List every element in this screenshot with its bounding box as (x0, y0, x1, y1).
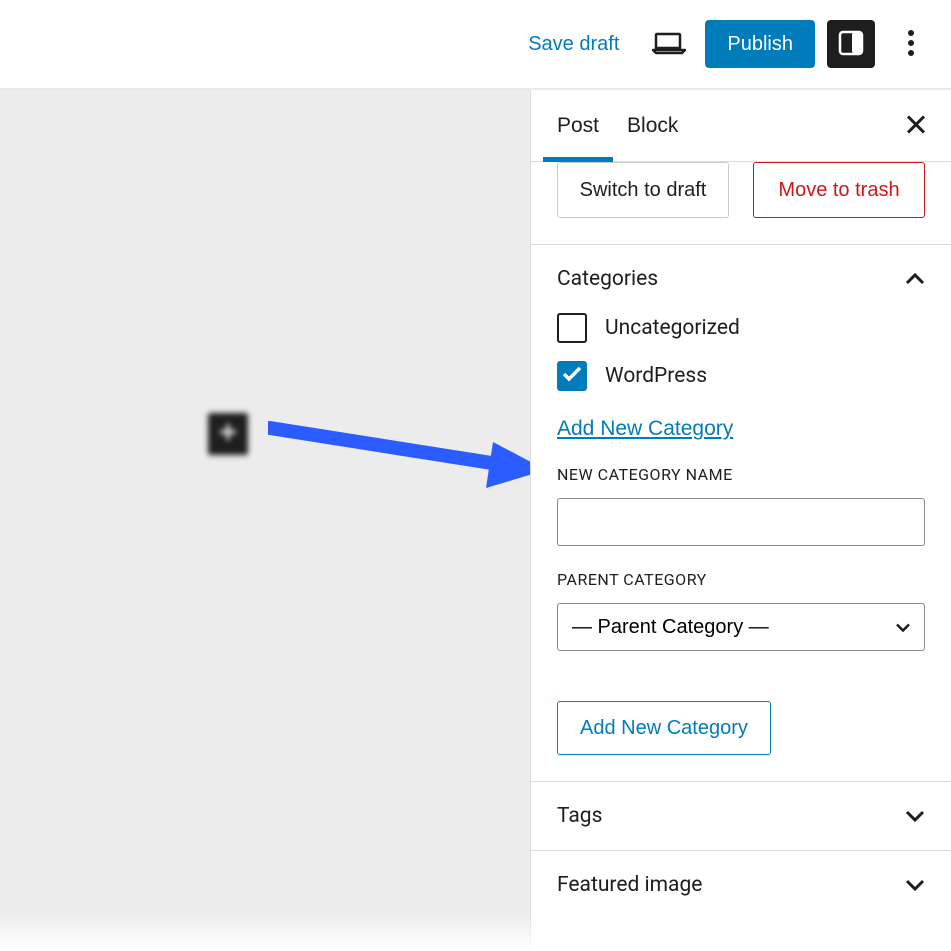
checkbox[interactable] (557, 313, 587, 343)
categories-panel: Categories Uncategorized (531, 244, 951, 781)
panel-title: Featured image (557, 873, 702, 897)
category-label: WordPress (605, 364, 707, 388)
panel-title: Tags (557, 804, 602, 828)
editor-main: Post Block Switch to draft Move to trash… (0, 88, 951, 951)
category-item-uncategorized[interactable]: Uncategorized (557, 313, 925, 343)
tab-post[interactable]: Post (543, 90, 613, 161)
plus-icon (218, 422, 238, 446)
sidebar-panel-icon (838, 30, 864, 59)
settings-sidebar: Post Block Switch to draft Move to trash… (530, 90, 951, 951)
featured-image-panel: Featured image (531, 850, 951, 919)
post-actions: Switch to draft Move to trash (531, 162, 951, 244)
category-item-wordpress[interactable]: WordPress (557, 361, 925, 391)
move-to-trash-button[interactable]: Move to trash (753, 162, 925, 218)
field-label: PARENT CATEGORY (557, 570, 925, 589)
editor-topbar: Save draft Publish (0, 0, 951, 88)
publish-button[interactable]: Publish (705, 20, 815, 68)
add-block-button[interactable] (208, 413, 248, 455)
check-icon (562, 366, 582, 386)
add-new-category-link[interactable]: Add New Category (557, 417, 733, 441)
parent-category-select[interactable]: — Parent Category — (557, 603, 925, 651)
switch-to-draft-button[interactable]: Switch to draft (557, 162, 729, 218)
chevron-down-icon (905, 804, 925, 828)
laptop-icon (652, 31, 686, 58)
categories-panel-header[interactable]: Categories (531, 245, 951, 313)
save-draft-button[interactable]: Save draft (514, 25, 633, 64)
settings-sidebar-toggle[interactable] (827, 20, 875, 68)
annotation-arrow-icon (268, 380, 548, 490)
editor-canvas[interactable] (0, 90, 530, 951)
panel-title: Categories (557, 267, 658, 291)
featured-image-panel-header[interactable]: Featured image (531, 851, 951, 919)
add-new-category-button[interactable]: Add New Category (557, 701, 771, 755)
field-label: NEW CATEGORY NAME (557, 465, 925, 484)
new-category-name-field: NEW CATEGORY NAME (557, 465, 925, 546)
checkbox-checked[interactable] (557, 361, 587, 391)
tags-panel: Tags (531, 781, 951, 850)
chevron-down-icon (905, 873, 925, 897)
kebab-icon (908, 30, 914, 59)
tab-block[interactable]: Block (613, 90, 692, 161)
chevron-up-icon (905, 267, 925, 291)
sidebar-tabs: Post Block (531, 90, 951, 162)
category-list: Uncategorized WordPress (557, 313, 925, 391)
new-category-name-input[interactable] (557, 498, 925, 546)
category-label: Uncategorized (605, 316, 740, 340)
close-sidebar-button[interactable] (897, 105, 935, 146)
sidebar-scroll[interactable]: Switch to draft Move to trash Categories… (531, 162, 951, 951)
parent-category-field: PARENT CATEGORY — Parent Category — (557, 570, 925, 651)
preview-button[interactable] (645, 20, 693, 68)
more-options-button[interactable] (887, 20, 935, 68)
close-icon (905, 123, 927, 138)
tags-panel-header[interactable]: Tags (531, 782, 951, 850)
